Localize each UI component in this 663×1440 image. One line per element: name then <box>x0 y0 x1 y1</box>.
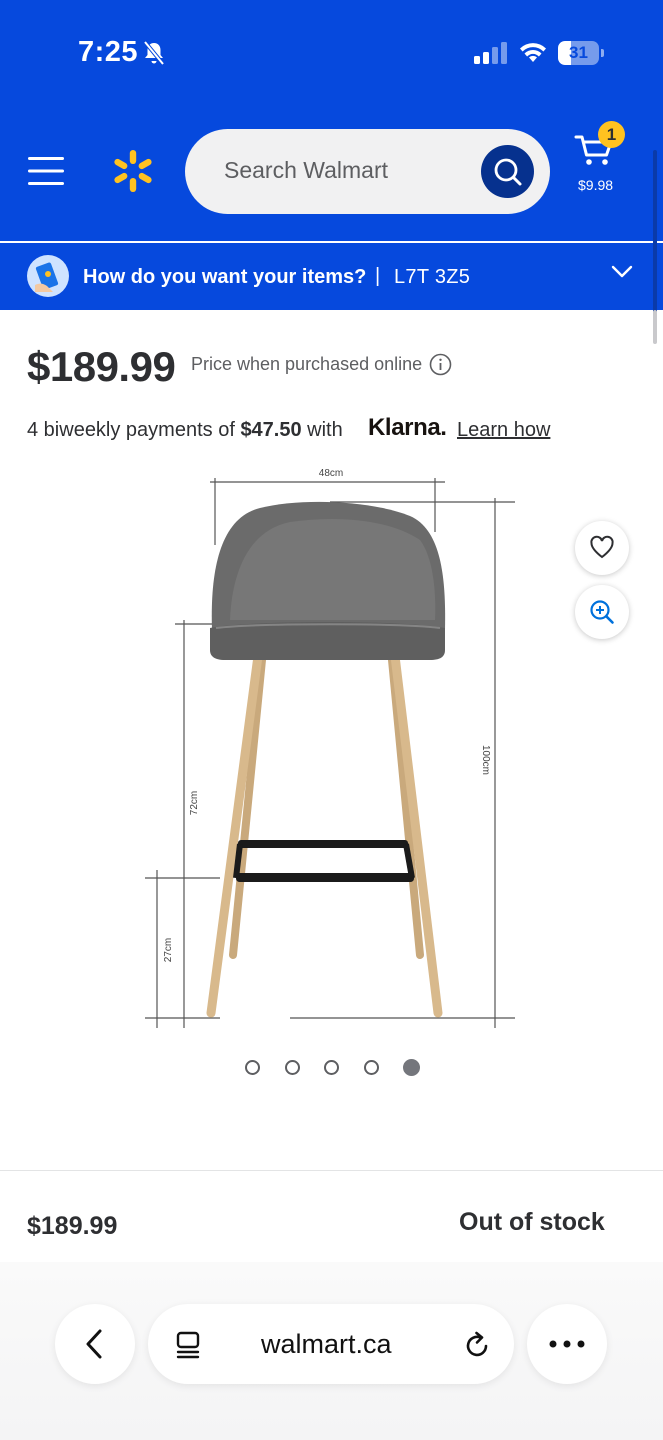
price-note: Price when purchased online <box>191 354 423 374</box>
zoom-button[interactable] <box>575 585 629 639</box>
page-scrollbar-track <box>653 310 657 344</box>
delivery-question: How do you want your items? <box>83 266 367 288</box>
product-image[interactable]: 48cm 100cm 72cm 27cm <box>140 460 530 1035</box>
search-bar[interactable]: Search Walmart <box>185 129 550 214</box>
search-icon <box>494 158 522 186</box>
url-text[interactable]: walmart.ca <box>261 1329 392 1360</box>
heart-icon <box>590 535 614 559</box>
tabs-icon[interactable] <box>174 1330 202 1360</box>
app-header: 7:25 31 Search Walmart 1 $9.98 <box>0 0 663 241</box>
product-price: $189.99 <box>27 343 176 390</box>
delivery-separator: | <box>375 265 381 287</box>
delivery-selector[interactable]: How do you want your items? | L7T 3Z5 <box>0 243 663 310</box>
search-button[interactable] <box>481 145 534 198</box>
cart-count-badge[interactable]: 1 <box>598 121 625 148</box>
klarna-amount: $47.50 <box>240 419 302 441</box>
carousel-dot[interactable] <box>403 1059 420 1076</box>
carousel-dot[interactable] <box>245 1060 260 1075</box>
klarna-prefix: 4 biweekly payments of <box>27 419 241 441</box>
dimension-seat-label: 72cm <box>189 791 200 815</box>
back-button[interactable] <box>55 1304 135 1384</box>
zoom-in-icon <box>590 600 614 624</box>
klarna-suffix: with <box>301 419 343 441</box>
walmart-spark-icon[interactable] <box>110 148 156 194</box>
dimension-footrest-label: 27cm <box>163 938 174 962</box>
info-icon[interactable] <box>429 353 452 376</box>
chevron-left-icon <box>86 1329 102 1359</box>
more-icon <box>549 1340 585 1348</box>
cart-total[interactable]: $9.98 <box>578 177 613 193</box>
section-divider <box>0 1170 663 1171</box>
search-input[interactable]: Search Walmart <box>224 157 388 184</box>
klarna-logo: Klarna. <box>368 414 447 441</box>
carousel-dot[interactable] <box>284 1060 300 1075</box>
status-time: 7:25 <box>78 36 139 68</box>
learn-how-link[interactable]: Learn how <box>457 419 550 442</box>
delivery-postal-code: L7T 3Z5 <box>394 266 471 288</box>
stock-status: Out of stock <box>459 1208 605 1236</box>
battery-level: 31 <box>569 43 588 62</box>
reload-icon[interactable] <box>464 1330 492 1360</box>
bell-muted-icon <box>143 40 165 66</box>
battery-icon: 31 <box>558 41 604 65</box>
sticky-price: $189.99 <box>27 1212 118 1240</box>
dimension-width-label: 48cm <box>319 468 343 479</box>
favorite-button[interactable] <box>575 521 629 575</box>
chevron-down-icon[interactable] <box>611 265 633 279</box>
wifi-icon <box>520 43 546 62</box>
address-bar[interactable]: walmart.ca <box>148 1304 514 1384</box>
cellular-signal-icon <box>474 42 507 64</box>
hamburger-icon[interactable] <box>28 155 64 187</box>
dimension-height-label: 100cm <box>480 745 491 775</box>
carousel-dot[interactable] <box>324 1060 339 1075</box>
delivery-phone-icon <box>27 255 69 297</box>
klarna-installments: 4 biweekly payments of $47.50 with <box>27 419 343 442</box>
carousel-dot[interactable] <box>363 1060 379 1075</box>
more-button[interactable] <box>527 1304 607 1384</box>
